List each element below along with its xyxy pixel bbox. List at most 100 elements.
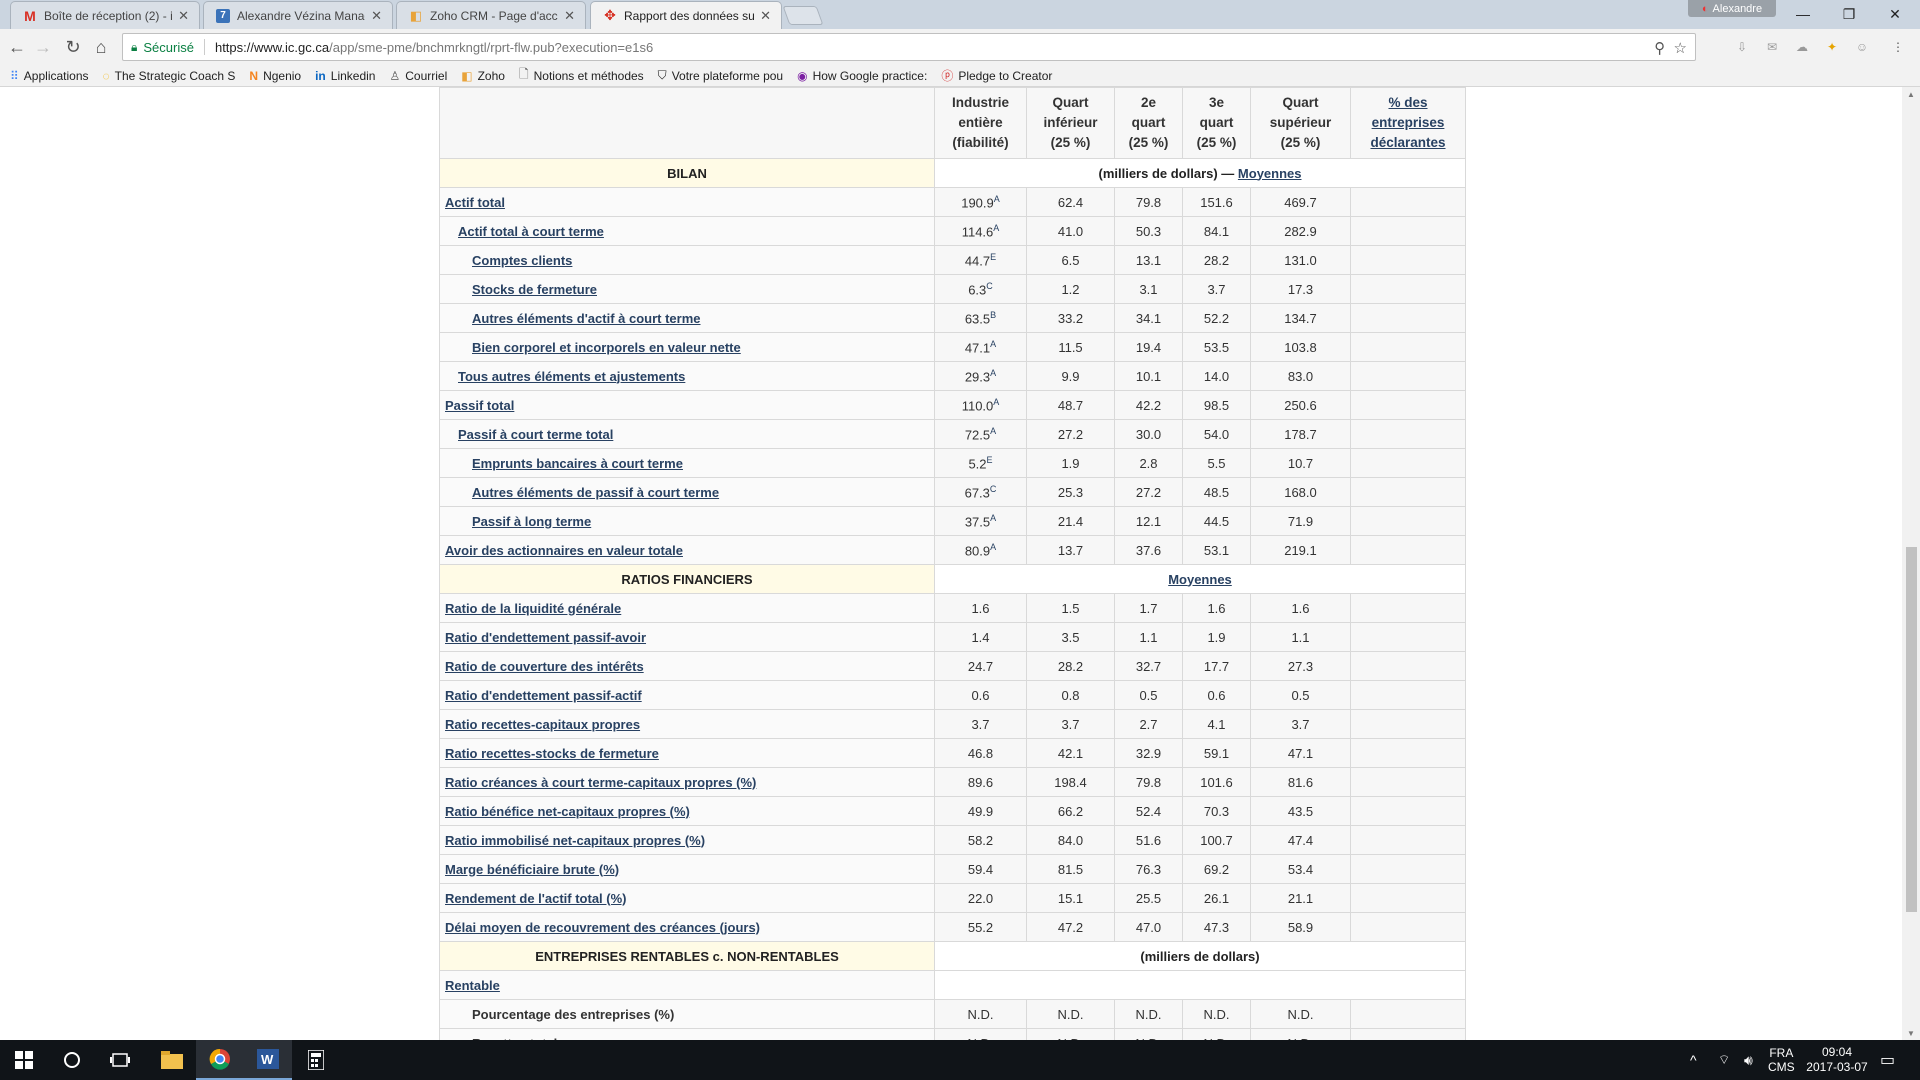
row-label-link[interactable]: Ratio d'endettement passif-actif bbox=[445, 688, 642, 703]
language-indicator[interactable]: FRA CMS bbox=[1768, 1040, 1795, 1080]
row-label-link[interactable]: Actif total bbox=[445, 195, 505, 210]
restore-button[interactable]: ❐ bbox=[1826, 2, 1872, 26]
reliability-code[interactable]: A bbox=[993, 397, 999, 407]
tab-zoho[interactable]: ◧ Zoho CRM - Page d'accu ✕ bbox=[396, 1, 586, 29]
row-label-link[interactable]: Passif à court terme total bbox=[458, 427, 613, 442]
reliability-code[interactable]: A bbox=[993, 223, 999, 233]
bookmark-courriel[interactable]: ♙ Courriel bbox=[389, 69, 447, 83]
vertical-scrollbar[interactable]: ▲ ▼ bbox=[1902, 87, 1920, 1040]
row-label-link[interactable]: Ratio d'endettement passif-avoir bbox=[445, 630, 646, 645]
row-label-link[interactable]: Ratio bénéfice net-capitaux propres (%) bbox=[445, 804, 690, 819]
row-label-link[interactable]: Stocks de fermeture bbox=[472, 282, 597, 297]
reliability-code[interactable]: A bbox=[990, 426, 996, 436]
search-icon[interactable]: ⚲ bbox=[1654, 40, 1665, 57]
calculator-icon[interactable] bbox=[292, 1040, 340, 1080]
rentable-link[interactable]: Rentable bbox=[445, 978, 500, 993]
reliability-code[interactable]: A bbox=[990, 368, 996, 378]
tab-rapport[interactable]: ✥ Rapport des données sur ✕ bbox=[590, 1, 782, 29]
reliability-code[interactable]: A bbox=[990, 513, 996, 523]
forward-icon[interactable]: → bbox=[30, 35, 56, 59]
reliability-code[interactable]: C bbox=[986, 281, 993, 291]
bookmark-linkedin[interactable]: in Linkedin bbox=[315, 69, 375, 83]
close-tab-icon[interactable]: ✕ bbox=[371, 8, 382, 24]
moyennes-link[interactable]: Moyennes bbox=[1168, 572, 1232, 587]
row-label-link[interactable]: Marge bénéficiaire brute (%) bbox=[445, 862, 619, 877]
menu-icon[interactable]: ⋮ bbox=[1890, 39, 1906, 55]
row-label-link[interactable]: Rendement de l'actif total (%) bbox=[445, 891, 627, 906]
row-label-link[interactable]: Ratio de la liquidité générale bbox=[445, 601, 621, 616]
scroll-down-icon[interactable]: ▼ bbox=[1902, 1026, 1920, 1040]
row-label-link[interactable]: Comptes clients bbox=[472, 253, 572, 268]
address-bar[interactable]: 🔒︎ Sécurisé https://www.ic.gc.ca/app/sme… bbox=[122, 33, 1696, 61]
close-window-button[interactable]: ✕ bbox=[1872, 2, 1918, 26]
notifications-icon[interactable]: ▭ bbox=[1880, 1040, 1895, 1080]
bookmark-strategic-coach[interactable]: ◌ The Strategic Coach S bbox=[103, 69, 236, 83]
value-text: 1.1 bbox=[1291, 629, 1310, 645]
windows-start-icon[interactable] bbox=[0, 1040, 48, 1080]
row-label-link[interactable]: Délai moyen de recouvrement des créances… bbox=[445, 920, 760, 935]
header-pct-declarantes[interactable]: % des entreprises déclarantes bbox=[1350, 87, 1466, 159]
value-text: 17.7 bbox=[1203, 658, 1230, 674]
row-label-link[interactable]: Actif total à court terme bbox=[458, 224, 604, 239]
row-label-link[interactable]: Tous autres éléments et ajustements bbox=[458, 369, 685, 384]
row-label-link[interactable]: Autres éléments de passif à court terme bbox=[472, 485, 719, 500]
bookmark-applications[interactable]: ⠿ Applications bbox=[10, 69, 89, 83]
volume-icon[interactable]: 🔊︎ bbox=[1744, 1040, 1753, 1080]
word-taskbar-icon[interactable]: W bbox=[244, 1040, 292, 1080]
tab-gmail[interactable]: M Boîte de réception (2) - i ✕ bbox=[10, 1, 200, 29]
reliability-code[interactable]: A bbox=[990, 542, 996, 552]
file-explorer-icon[interactable] bbox=[148, 1040, 196, 1080]
clock[interactable]: 09:04 2017-03-07 bbox=[1802, 1040, 1872, 1080]
reliability-code[interactable]: A bbox=[994, 194, 1000, 204]
tray-chevron-icon[interactable]: ^ bbox=[1690, 1040, 1697, 1080]
value-cell: 27.2 bbox=[1026, 419, 1115, 449]
row-label-link[interactable]: Ratio de couverture des intérêts bbox=[445, 659, 644, 674]
save-extension-icon[interactable]: ⇩ bbox=[1734, 39, 1750, 55]
row-label-link[interactable]: Emprunts bancaires à court terme bbox=[472, 456, 683, 471]
reliability-code[interactable]: E bbox=[987, 455, 993, 465]
reliability-code[interactable]: C bbox=[990, 484, 997, 494]
bookmark-zoho[interactable]: ◧ Zoho bbox=[461, 69, 505, 83]
bookmark-ngenio[interactable]: N Ngenio bbox=[249, 69, 301, 83]
chrome-taskbar-icon[interactable] bbox=[196, 1040, 244, 1080]
scroll-up-icon[interactable]: ▲ bbox=[1902, 87, 1920, 101]
new-tab-button[interactable] bbox=[782, 6, 824, 25]
row-label-link[interactable]: Ratio recettes-capitaux propres bbox=[445, 717, 640, 732]
close-tab-icon[interactable]: ✕ bbox=[178, 8, 189, 24]
row-label-link[interactable]: Ratio recettes-stocks de fermeture bbox=[445, 746, 659, 761]
bookmark-plateforme[interactable]: ⛉ Votre plateforme pou bbox=[658, 68, 783, 83]
bell-extension-icon[interactable]: ✦ bbox=[1824, 39, 1840, 55]
profile-button[interactable]: ◐ Alexandre bbox=[1688, 0, 1776, 17]
reliability-code[interactable]: E bbox=[990, 252, 996, 262]
bookmark-google-practices[interactable]: ◉ How Google practice: bbox=[797, 69, 927, 83]
row-label-link[interactable]: Passif à long terme bbox=[472, 514, 591, 529]
row-label-link[interactable]: Bien corporel et incorporels en valeur n… bbox=[472, 340, 741, 355]
row-label-link[interactable]: Ratio immobilisé net-capitaux propres (%… bbox=[445, 833, 705, 848]
user-extension-icon[interactable]: ☺ bbox=[1854, 39, 1870, 55]
row-label-link[interactable]: Ratio créances à court terme-capitaux pr… bbox=[445, 775, 756, 790]
task-view-icon[interactable] bbox=[96, 1040, 144, 1080]
network-icon[interactable]: ⌔ bbox=[1718, 1040, 1730, 1080]
reliability-code[interactable]: B bbox=[990, 310, 996, 320]
home-icon[interactable]: ⌂ bbox=[88, 35, 114, 59]
scrollbar-thumb[interactable] bbox=[1906, 547, 1917, 912]
star-icon[interactable]: ☆ bbox=[1674, 40, 1687, 57]
reload-icon[interactable]: ↻ bbox=[60, 35, 86, 59]
mail-extension-icon[interactable]: ✉ bbox=[1764, 39, 1780, 55]
value-text: 110.0 bbox=[961, 398, 994, 414]
row-label-link[interactable]: Passif total bbox=[445, 398, 514, 413]
pct-declarantes-cell bbox=[1350, 767, 1466, 797]
cortana-search-icon[interactable] bbox=[48, 1040, 96, 1080]
row-label-link[interactable]: Autres éléments d'actif à court terme bbox=[472, 311, 701, 326]
bookmark-notions[interactable]: 🗋︎ Notions et méthodes bbox=[519, 65, 644, 86]
back-icon[interactable]: ← bbox=[4, 35, 30, 59]
close-tab-icon[interactable]: ✕ bbox=[760, 8, 771, 24]
moyennes-link[interactable]: Moyennes bbox=[1238, 166, 1302, 181]
minimize-button[interactable]: — bbox=[1780, 2, 1826, 26]
reliability-code[interactable]: A bbox=[990, 339, 996, 349]
tab-manager[interactable]: 7 Alexandre Vézina Manag ✕ bbox=[203, 1, 393, 29]
close-tab-icon[interactable]: ✕ bbox=[564, 8, 575, 24]
row-label-link[interactable]: Avoir des actionnaires en valeur totale bbox=[445, 543, 683, 558]
bookmark-pledge[interactable]: ⓟ Pledge to Creator bbox=[941, 67, 1052, 84]
cloud-extension-icon[interactable]: ☁ bbox=[1794, 39, 1810, 55]
